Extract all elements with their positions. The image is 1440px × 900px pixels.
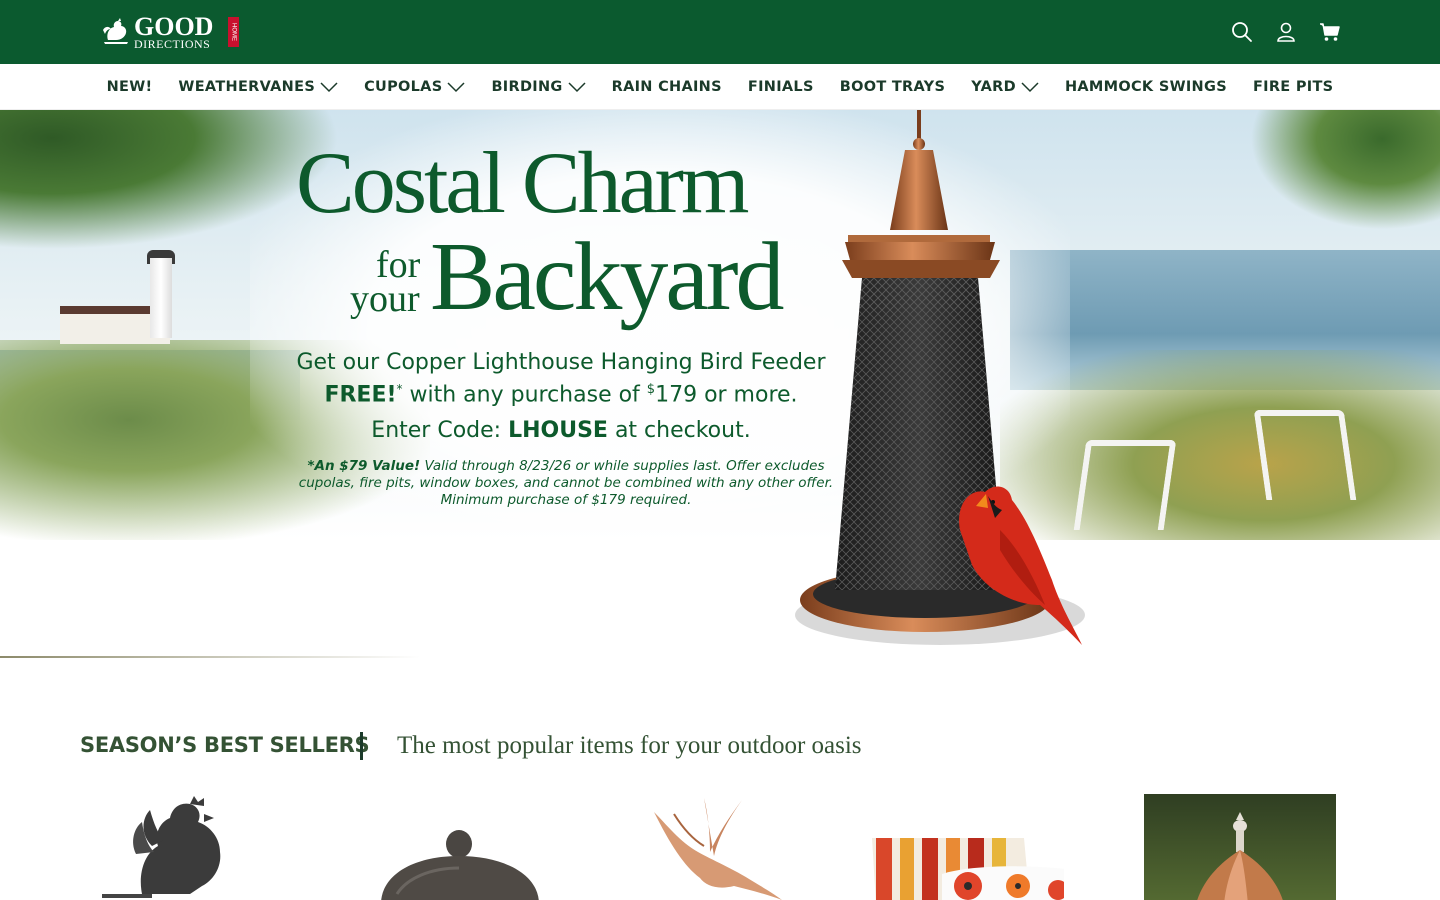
- nav-item-label: BOOT TRAYS: [839, 78, 946, 95]
- hero-code-line: Enter Code: LHOUSE at checkout.: [286, 418, 836, 443]
- product-card-lid[interactable]: [347, 794, 539, 900]
- nav-item-fire-pits[interactable]: FIRE PITS: [1240, 79, 1346, 95]
- rooster-logo-icon: [103, 18, 128, 44]
- hero-your: your: [350, 278, 420, 320]
- nav-item-label: FINIALS: [747, 78, 814, 95]
- product-card-rooster[interactable]: [80, 794, 272, 900]
- pillows-icon: [872, 838, 1064, 900]
- dollar-sign: $: [646, 382, 656, 397]
- chevron-down-icon[interactable]: [320, 81, 338, 93]
- code-line-a: Enter Code:: [371, 418, 509, 443]
- top-header: GOOD DIRECTIONS HOME: [0, 0, 1440, 64]
- nav-item-birding[interactable]: BIRDING: [478, 79, 598, 95]
- logo-directions-text: DIRECTIONS: [134, 37, 211, 51]
- product-card-cupola[interactable]: [1144, 794, 1336, 900]
- copper-bird-icon: [654, 798, 782, 900]
- hero-offer-line: Get our Copper Lighthouse Hanging Bird F…: [296, 350, 826, 375]
- main-nav: NEW! WEATHERVANES CUPOLAS BIRDING RAIN CHAIN…: [0, 64, 1440, 110]
- nav-item-label: WEATHERVANES: [178, 78, 316, 95]
- free-text: FREE!: [324, 382, 397, 408]
- hero-free-line: FREE!* with any purchase of $179 or more…: [286, 382, 836, 407]
- nav-item-cupolas[interactable]: CUPOLAS: [351, 79, 478, 95]
- hero-lighthouse: [150, 258, 172, 338]
- rooster-weathervane-icon: [102, 796, 221, 898]
- chevron-down-icon[interactable]: [1021, 81, 1039, 93]
- best-sellers-grid: [80, 794, 1340, 900]
- nav-item-label: BIRDING: [491, 78, 563, 95]
- chevron-down-icon[interactable]: [568, 81, 586, 93]
- lighthouse-feeder-image: [795, 110, 1085, 645]
- logo-home-badge: HOME: [228, 17, 239, 47]
- product-card-copper-bird[interactable]: [614, 794, 806, 900]
- adirondack-chair: [1253, 410, 1357, 500]
- chevron-down-icon[interactable]: [447, 81, 465, 93]
- nav-item-weathervanes[interactable]: WEATHERVANES: [165, 79, 351, 95]
- nav-item-label: FIRE PITS: [1252, 78, 1334, 95]
- nav-item-label: HAMMOCK SWINGS: [1064, 78, 1227, 95]
- fine-print-value: *An $79 Value!: [307, 458, 421, 474]
- nav-item-new[interactable]: NEW!: [94, 79, 166, 95]
- copper-cupola-icon: [1197, 812, 1283, 900]
- best-sellers-subtitle: The most popular items for your outdoor …: [397, 732, 862, 759]
- nav-item-label: CUPOLAS: [364, 78, 443, 95]
- hero-fine-print: *An $79 Value! Valid through 8/23/26 or …: [296, 458, 836, 509]
- nav-item-label: RAIN CHAINS: [611, 78, 722, 95]
- hero-leaves-right: [1250, 110, 1440, 230]
- nav-item-label: NEW!: [106, 78, 153, 95]
- search-icon[interactable]: [1230, 20, 1254, 44]
- account-icon[interactable]: [1274, 20, 1298, 44]
- product-card-pillows[interactable]: [872, 794, 1064, 900]
- hero-banner[interactable]: Costal Charm for your Backyard Get our C…: [0, 110, 1440, 540]
- free-line-b: 179 or more.: [655, 382, 798, 408]
- nav-item-hammock-swings[interactable]: HAMMOCK SWINGS: [1052, 79, 1240, 95]
- cart-icon[interactable]: [1318, 20, 1342, 44]
- best-sellers-divider: [360, 732, 363, 760]
- hero-title: Costal Charm: [296, 135, 749, 232]
- domed-lid-icon: [381, 830, 539, 900]
- site-logo[interactable]: GOOD DIRECTIONS HOME: [100, 14, 239, 51]
- free-line-a: with any purchase of: [402, 382, 647, 408]
- code-line-b: at checkout.: [607, 418, 751, 443]
- hero-backyard: Backyard: [430, 223, 784, 331]
- best-sellers-title: SEASON’S BEST SELLERS: [80, 733, 370, 757]
- promo-code: LHOUSE: [508, 418, 608, 443]
- hero-divider: [0, 656, 420, 658]
- nav-item-label: YARD: [971, 78, 1016, 95]
- nav-item-rain-chains[interactable]: RAIN CHAINS: [599, 79, 735, 95]
- nav-item-boot-trays[interactable]: BOOT TRAYS: [827, 79, 958, 95]
- nav-item-finials[interactable]: FINIALS: [735, 79, 827, 95]
- nav-item-yard[interactable]: YARD: [958, 79, 1052, 95]
